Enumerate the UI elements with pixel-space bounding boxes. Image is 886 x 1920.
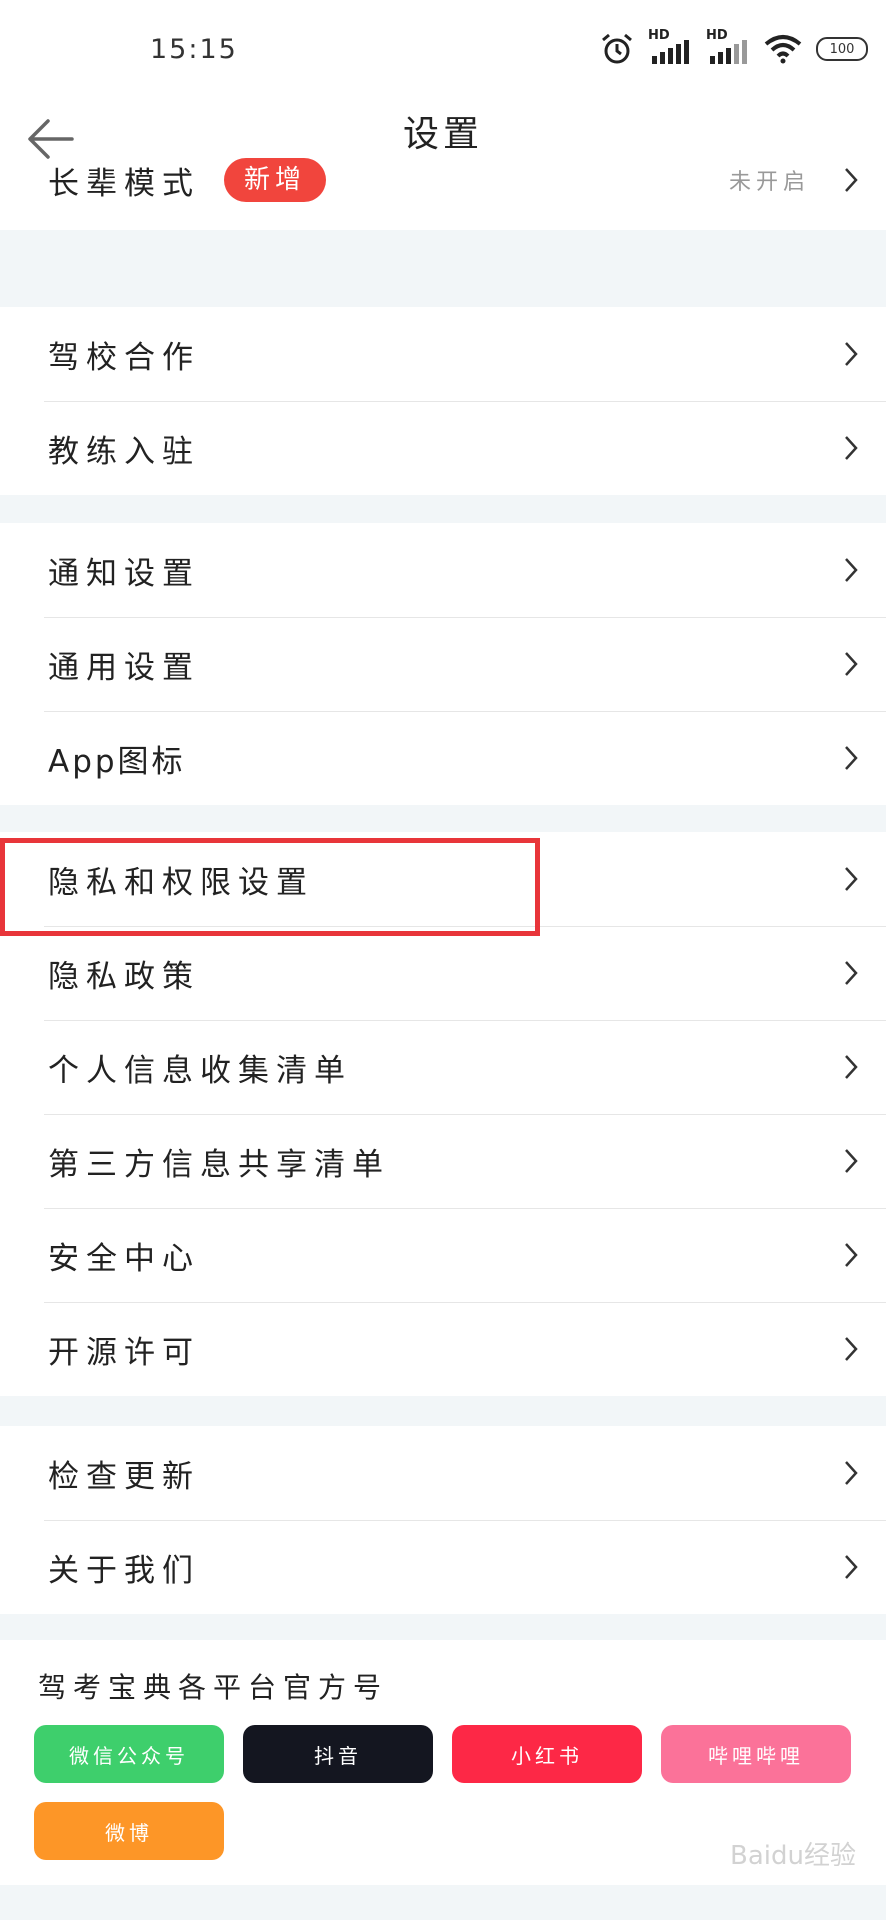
chevron-right-icon — [845, 1055, 858, 1079]
row-third-party-sharing[interactable]: 第三方信息共享清单 — [0, 1114, 886, 1208]
row-label: 教练入驻 — [48, 433, 200, 470]
wechat-button[interactable]: 微信公众号 — [34, 1725, 224, 1783]
row-notification-settings[interactable]: 通知设置 — [0, 523, 886, 617]
new-badge: 新增 — [224, 158, 327, 202]
row-label: 第三方信息共享清单 — [48, 1146, 390, 1183]
wifi-icon — [764, 35, 802, 64]
signal-icon-1: HD — [648, 28, 692, 64]
row-app-icon[interactable]: App图标 — [0, 711, 886, 805]
elder-mode-label: 长辈模式 — [48, 165, 200, 202]
row-label: 驾校合作 — [48, 339, 200, 376]
highlight-box — [0, 838, 540, 936]
elder-mode-row[interactable]: 长辈模式 新增 未开启 — [0, 133, 886, 227]
chevron-right-icon — [845, 652, 858, 676]
chevron-right-icon — [845, 867, 858, 891]
battery-icon: 100 — [816, 37, 868, 61]
row-label: 关于我们 — [48, 1552, 200, 1589]
chevron-right-icon — [845, 168, 858, 192]
chevron-right-icon — [845, 558, 858, 582]
chevron-right-icon — [845, 1149, 858, 1173]
row-open-source-license[interactable]: 开源许可 — [0, 1302, 886, 1396]
chevron-right-icon — [845, 1243, 858, 1267]
chevron-right-icon — [845, 436, 858, 460]
row-check-update[interactable]: 检查更新 — [0, 1426, 886, 1520]
row-general-settings[interactable]: 通用设置 — [0, 617, 886, 711]
status-icons: HD HD 100 — [600, 28, 868, 66]
baidu-watermark: Baidu经验 — [730, 1841, 856, 1871]
settings-group-general: 通知设置 通用设置 App图标 — [0, 523, 886, 805]
chevron-right-icon — [845, 961, 858, 985]
status-bar: 15:15 HD HD 100 — [0, 0, 886, 95]
douyin-button[interactable]: 抖音 — [243, 1725, 433, 1783]
row-personal-info-list[interactable]: 个人信息收集清单 — [0, 1020, 886, 1114]
row-label: 开源许可 — [48, 1334, 200, 1371]
row-label: App图标 — [48, 743, 186, 780]
chevron-right-icon — [845, 1555, 858, 1579]
chevron-right-icon — [845, 342, 858, 366]
row-label: 检查更新 — [48, 1458, 200, 1495]
row-driving-school[interactable]: 驾校合作 — [0, 307, 886, 401]
row-coach-join[interactable]: 教练入驻 — [0, 401, 886, 495]
row-about-us[interactable]: 关于我们 — [0, 1520, 886, 1614]
signal-icon-2: HD — [706, 28, 750, 64]
settings-group-about: 检查更新 关于我们 — [0, 1426, 886, 1614]
nav-bar: 设置 长辈模式 新增 未开启 — [0, 95, 886, 230]
weibo-button[interactable]: 微博 — [34, 1802, 224, 1860]
alarm-icon — [602, 33, 632, 64]
row-label: 通知设置 — [48, 555, 200, 592]
row-label: 隐私政策 — [48, 958, 200, 995]
row-label: 通用设置 — [48, 649, 200, 686]
chevron-right-icon — [845, 746, 858, 770]
row-privacy-policy[interactable]: 隐私政策 — [0, 926, 886, 1020]
official-accounts-title: 驾考宝典各平台官方号 — [38, 1671, 389, 1704]
row-security-center[interactable]: 安全中心 — [0, 1208, 886, 1302]
settings-group-cooperation: 驾校合作 教练入驻 — [0, 307, 886, 495]
elder-mode-status: 未开启 — [728, 170, 810, 195]
row-label: 安全中心 — [48, 1240, 200, 1277]
xiaohongshu-button[interactable]: 小红书 — [452, 1725, 642, 1783]
chevron-right-icon — [845, 1337, 858, 1361]
row-label: 个人信息收集清单 — [48, 1052, 352, 1089]
bilibili-button[interactable]: 哔哩哔哩 — [661, 1725, 851, 1783]
chevron-right-icon — [845, 1461, 858, 1485]
status-time: 15:15 — [150, 34, 238, 65]
